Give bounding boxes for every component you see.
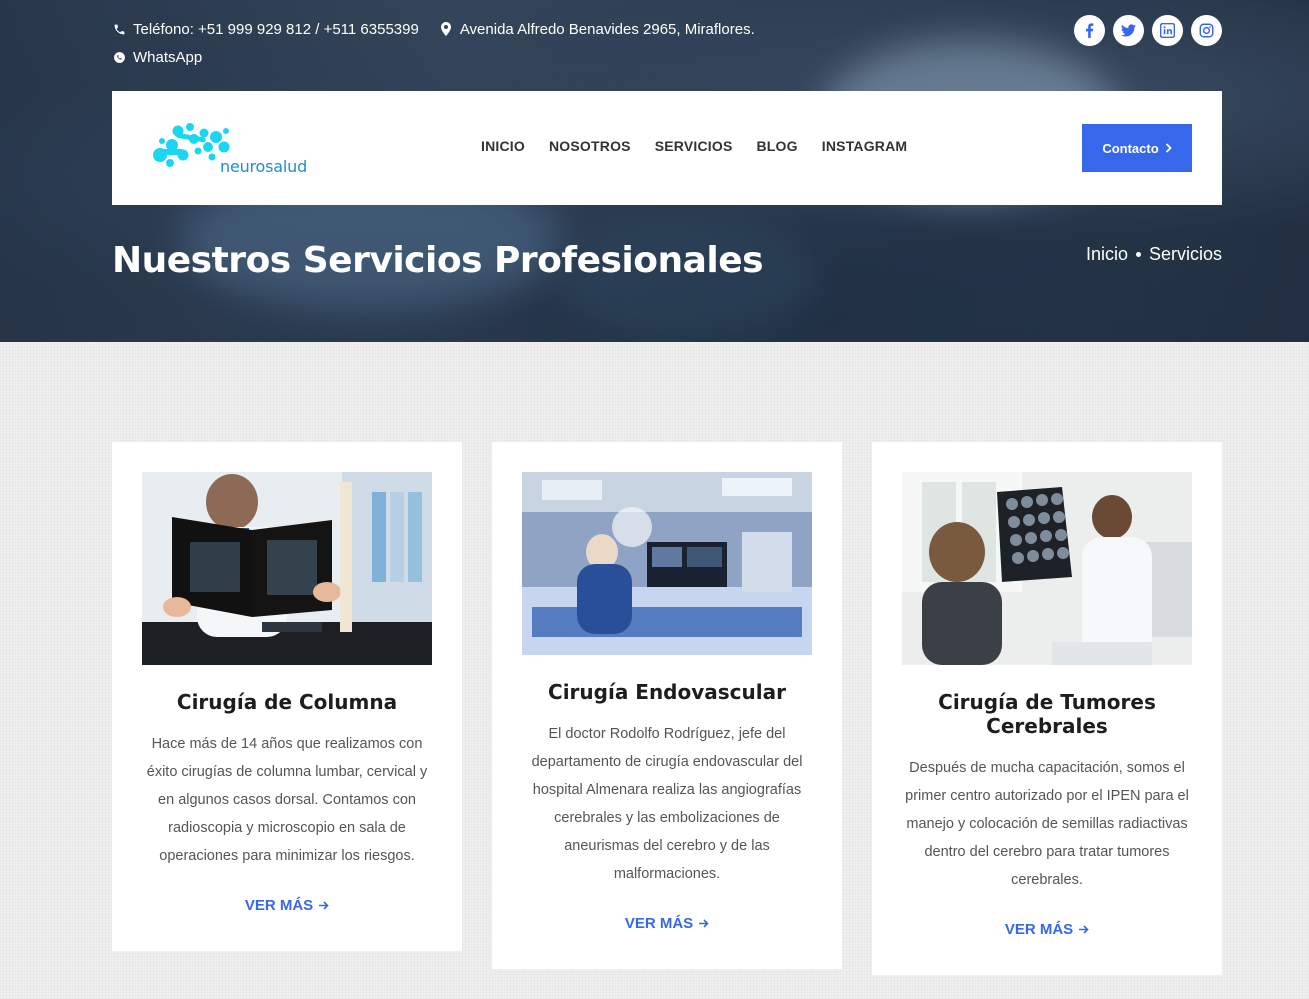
nav-inicio[interactable]: INICIO (481, 138, 525, 154)
contact-button[interactable]: Contacto (1082, 124, 1192, 172)
main-navbar: neurosalud INICIO NOSOTROS SERVICIOS BLO… (112, 91, 1222, 205)
phone-text: Teléfono: +51 999 929 812 / +511 6355399 (133, 20, 419, 38)
service-image-endovascular (522, 472, 812, 655)
phone-info[interactable]: Teléfono: +51 999 929 812 / +511 6355399 (112, 21, 419, 38)
social-links (1074, 15, 1222, 46)
contact-button-label: Contacto (1102, 140, 1159, 156)
ver-mas-link[interactable]: VER MÁS (492, 915, 842, 932)
primary-nav: INICIO NOSOTROS SERVICIOS BLOG INSTAGRAM (481, 138, 907, 154)
service-title: Cirugía de Columna (176, 690, 398, 714)
service-title: Cirugía de Tumores Cerebrales (938, 690, 1156, 738)
nav-nosotros[interactable]: NOSOTROS (549, 138, 631, 154)
logo-text: neurosalud (220, 157, 308, 176)
service-description: Hace más de 14 años que realizamos con é… (146, 736, 428, 864)
breadcrumb-current: Servicios (1148, 244, 1222, 264)
nav-servicios[interactable]: SERVICIOS (655, 138, 733, 154)
breadcrumb: Inicio Servicios (1086, 244, 1222, 265)
nav-instagram[interactable]: INSTAGRAM (822, 138, 908, 154)
nav-blog[interactable]: BLOG (757, 138, 798, 154)
breadcrumb-inicio[interactable]: Inicio (1086, 244, 1128, 265)
page-title: Nuestros Servicios Profesionales (112, 240, 764, 281)
breadcrumb-separator (1135, 252, 1141, 257)
services-section: Cirugía de Columna Hace más de 14 años q… (0, 342, 1309, 999)
service-image-tumores (902, 472, 1192, 665)
service-card-columna: Cirugía de Columna Hace más de 14 años q… (112, 442, 462, 951)
arrow-right-icon (319, 897, 329, 914)
whatsapp-icon (112, 50, 126, 64)
facebook-icon[interactable] (1074, 15, 1105, 46)
neurosalud-logo[interactable]: neurosalud (150, 119, 307, 179)
chevron-right-icon (1165, 141, 1172, 156)
service-title: Cirugía Endovascular (548, 680, 786, 704)
twitter-icon[interactable] (1113, 15, 1144, 46)
service-image-columna (142, 472, 432, 665)
ver-mas-label: VER MÁS (624, 915, 694, 932)
service-description: El doctor Rodolfo Rodríguez, jefe del de… (531, 726, 803, 882)
service-description: Después de mucha capacitación, somos el … (905, 760, 1189, 888)
map-pin-icon (439, 22, 453, 36)
ver-mas-label: VER MÁS (1004, 921, 1074, 938)
instagram-icon[interactable] (1191, 15, 1222, 46)
linkedin-icon[interactable] (1152, 15, 1183, 46)
ver-mas-label: VER MÁS (244, 897, 314, 914)
address-info[interactable]: Avenida Alfredo Benavides 2965, Miraflor… (439, 21, 755, 38)
whatsapp-text: WhatsApp (133, 48, 203, 66)
service-card-endovascular: Cirugía Endovascular El doctor Rodolfo R… (492, 442, 842, 969)
topbar: Teléfono: +51 999 929 812 / +511 6355399… (112, 18, 775, 68)
ver-mas-link[interactable]: VER MÁS (872, 921, 1222, 938)
whatsapp-link[interactable]: WhatsApp (112, 49, 202, 66)
address-text: Avenida Alfredo Benavides 2965, Miraflor… (459, 20, 755, 38)
arrow-right-icon (699, 915, 709, 932)
phone-icon (112, 22, 126, 36)
arrow-right-icon (1079, 921, 1089, 938)
service-card-tumores: Cirugía de Tumores Cerebrales Después de… (872, 442, 1222, 975)
hero-banner: Teléfono: +51 999 929 812 / +511 6355399… (0, 0, 1309, 342)
ver-mas-link[interactable]: VER MÁS (112, 897, 462, 914)
